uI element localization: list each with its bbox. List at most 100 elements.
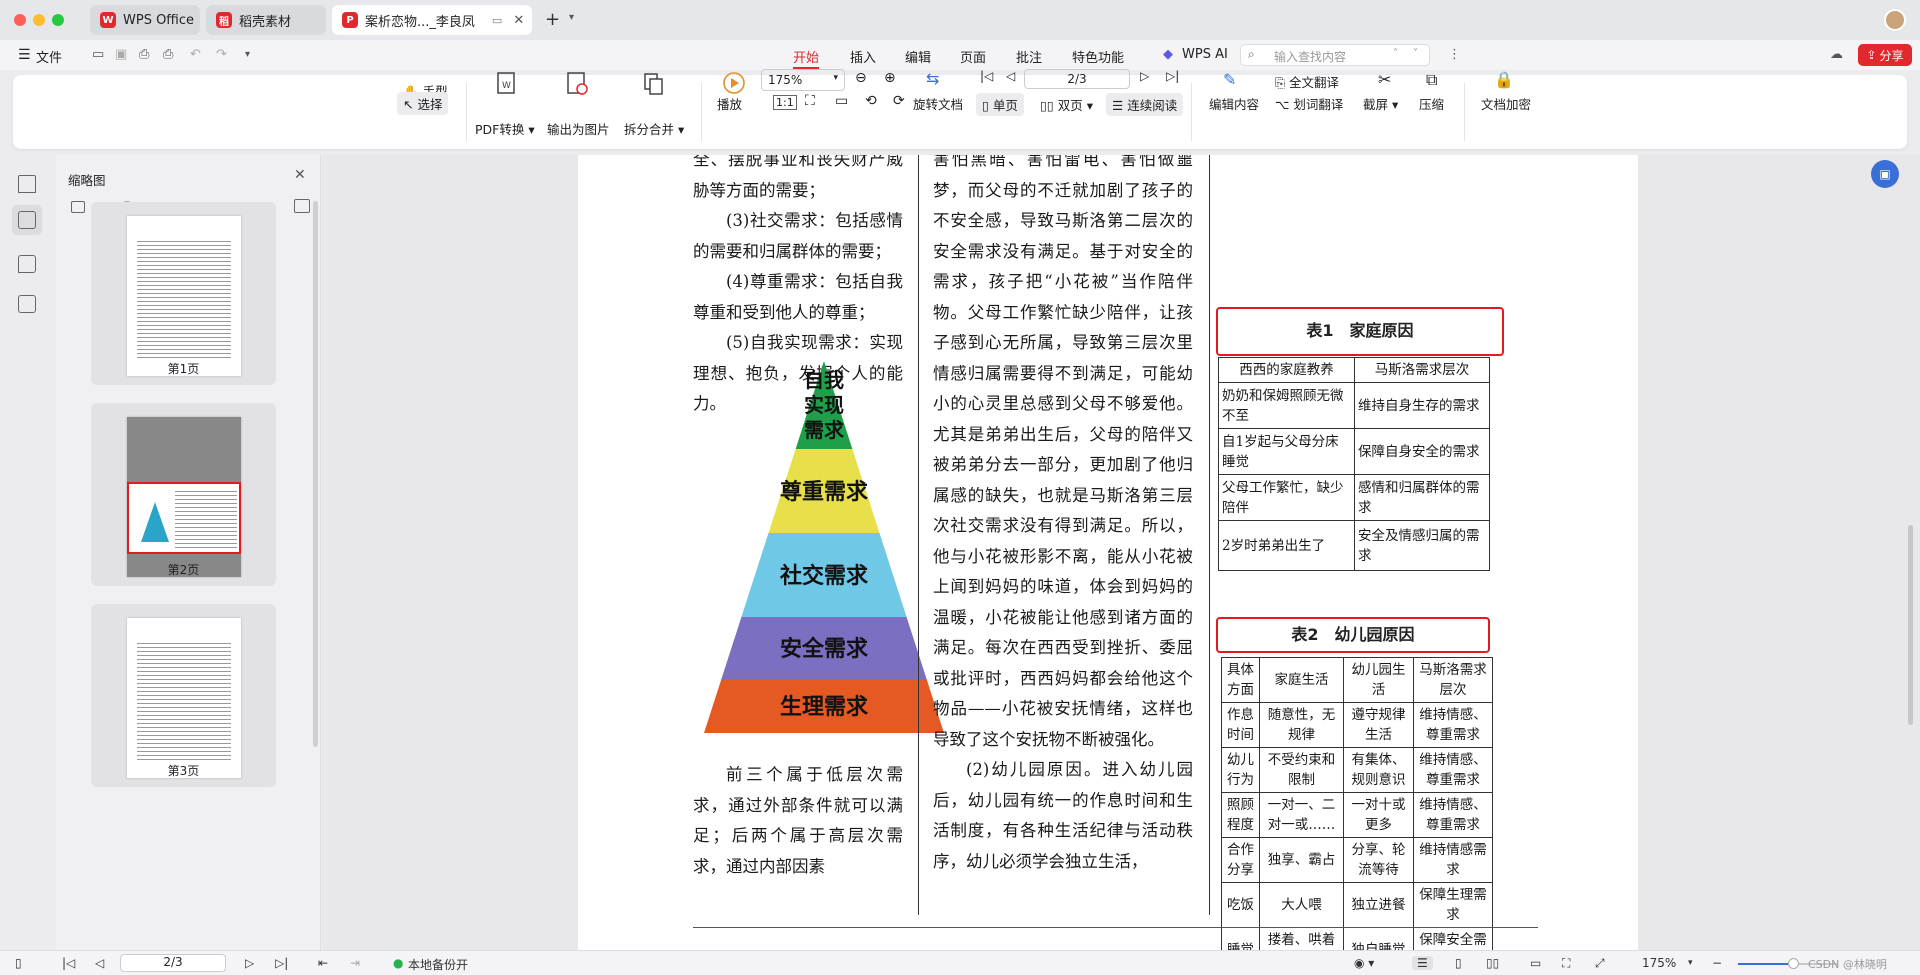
large-image-icon[interactable]: [294, 199, 310, 213]
first-page-icon[interactable]: |◁: [980, 69, 993, 83]
undo-icon[interactable]: ↶: [190, 47, 201, 62]
rotate-left-icon[interactable]: ⟲: [865, 93, 877, 109]
avatar[interactable]: [1884, 9, 1906, 31]
back-icon[interactable]: ⇤: [318, 956, 328, 970]
cloud-icon[interactable]: ☁: [1830, 47, 1843, 62]
next-page-icon[interactable]: ▷: [245, 956, 254, 970]
word-translate-button[interactable]: ⌥ 划词翻译: [1275, 94, 1343, 113]
minimize-window-button[interactable]: [33, 14, 45, 26]
open-folder-icon[interactable]: ▭: [92, 47, 104, 62]
redo-icon[interactable]: ↷: [216, 47, 227, 62]
chevron-down-icon[interactable]: ˅: [1413, 48, 1418, 59]
rotate-right-icon[interactable]: ⟳: [893, 93, 905, 109]
table-cell: 独自睡觉: [1343, 927, 1414, 950]
zoom-select[interactable]: 175% ▾: [761, 69, 845, 91]
bookmark-icon[interactable]: [18, 175, 36, 193]
more-icon[interactable]: ⋮: [1448, 47, 1461, 62]
lock-icon: 🔒: [1494, 70, 1514, 89]
small-image-icon[interactable]: [71, 201, 85, 213]
tab-edit[interactable]: 编辑: [905, 47, 931, 66]
next-page-icon[interactable]: ▷: [1140, 69, 1149, 83]
last-page-icon[interactable]: ▷|: [1166, 69, 1179, 83]
file-menu[interactable]: 文件: [36, 47, 62, 66]
chevron-down-icon[interactable]: ▾: [1688, 958, 1693, 968]
screenshot-button[interactable]: 截屏 ▾: [1363, 94, 1398, 113]
split-merge-button[interactable]: 拆分合并 ▾: [624, 119, 684, 138]
backup-status[interactable]: 本地备份开: [408, 956, 468, 973]
close-window-button[interactable]: [14, 14, 26, 26]
zoom-out-icon[interactable]: −: [1712, 956, 1722, 970]
single-page-button[interactable]: ▯ 单页: [976, 93, 1024, 116]
play-button[interactable]: 播放: [717, 94, 742, 113]
new-tab-button[interactable]: +: [545, 9, 560, 30]
tab-insert[interactable]: 插入: [850, 47, 876, 66]
floating-tool-button[interactable]: ▣: [1871, 160, 1899, 188]
zoom-slider-handle[interactable]: [1788, 958, 1799, 969]
eye-protect-icon[interactable]: ◉ ▾: [1354, 956, 1374, 970]
wps-ai-icon[interactable]: ◆: [1163, 47, 1173, 62]
chevron-up-icon[interactable]: ˄: [1393, 48, 1398, 59]
thumbnail-page-3[interactable]: 第3页: [91, 604, 276, 787]
status-page-input[interactable]: 2/3: [120, 954, 226, 972]
full-translate-button[interactable]: ⎘ 全文翻译: [1275, 72, 1339, 91]
prev-page-icon[interactable]: ◁: [1006, 69, 1015, 83]
tab-wps-office[interactable]: W WPS Office: [90, 5, 200, 35]
tab-start[interactable]: 开始: [793, 47, 819, 66]
tab-close-icon[interactable]: ✕: [513, 13, 524, 28]
export-image-button[interactable]: 输出为图片: [547, 119, 610, 138]
print-icon[interactable]: ⎙: [139, 47, 149, 62]
zoom-out-icon[interactable]: ⊖: [855, 70, 867, 86]
save-icon[interactable]: ▣: [115, 47, 127, 62]
comment-icon[interactable]: [18, 255, 36, 273]
double-view-icon[interactable]: ▯▯: [1486, 956, 1499, 970]
fit-screen-icon[interactable]: ⛶: [1562, 956, 1570, 971]
share-button[interactable]: ⇪ 分享: [1858, 44, 1912, 66]
tab-daoke[interactable]: 稻 稻壳素材: [206, 5, 326, 35]
tab-annotate[interactable]: 批注: [1016, 47, 1042, 66]
table-cell: 安全及情感归属的需求: [1354, 520, 1490, 571]
close-icon[interactable]: ✕: [294, 167, 306, 183]
chevron-down-icon[interactable]: ▾: [569, 12, 574, 23]
pages-icon[interactable]: [18, 295, 36, 313]
thumbnail-rail-button[interactable]: [12, 205, 42, 235]
window-icon[interactable]: ▭: [492, 14, 502, 27]
thumbnail-page-1[interactable]: 第1页: [91, 202, 276, 385]
maximize-window-button[interactable]: [52, 14, 64, 26]
prev-page-icon[interactable]: ◁: [95, 956, 104, 970]
menu-icon[interactable]: ☰: [18, 47, 31, 63]
pdf-convert-button[interactable]: PDF转换 ▾: [475, 119, 535, 138]
fit-page-icon[interactable]: ⛶: [805, 93, 815, 109]
wps-ai-button[interactable]: WPS AI: [1182, 47, 1228, 62]
double-page-button[interactable]: ▯▯ 双页 ▾: [1036, 93, 1097, 116]
search-box[interactable]: ⌕ 输入查找内容 ˄ ˅: [1240, 44, 1430, 66]
full-width-icon[interactable]: ⤢: [1595, 956, 1605, 971]
tab-features[interactable]: 特色功能: [1072, 47, 1124, 66]
thumbnail-page-2[interactable]: 第2页: [91, 403, 276, 586]
zoom-in-icon[interactable]: ⊕: [884, 70, 896, 86]
status-zoom[interactable]: 175%: [1642, 956, 1676, 970]
continuous-read-button[interactable]: ☰ 连续阅读: [1106, 93, 1184, 116]
tab-document[interactable]: P 案析恋物..._李良凤 ▭ ✕: [332, 5, 532, 35]
page-number-input[interactable]: 2/3: [1024, 69, 1130, 89]
document-scrollbar[interactable]: [1908, 525, 1913, 725]
fit-width-icon[interactable]: ▭: [835, 93, 848, 109]
rotate-doc-button[interactable]: 旋转文档: [913, 94, 963, 113]
first-page-icon[interactable]: |◁: [62, 956, 75, 970]
thumbnail-scrollbar[interactable]: [313, 201, 318, 747]
compress-button[interactable]: 压缩: [1419, 94, 1444, 113]
select-tool-button[interactable]: ↖ 选择: [397, 92, 449, 115]
forward-icon[interactable]: ⇥: [350, 956, 360, 970]
chevron-down-icon[interactable]: ▾: [245, 49, 250, 60]
sidebar-toggle-icon[interactable]: ▯: [15, 956, 22, 970]
single-view-icon[interactable]: ▯: [1455, 956, 1462, 970]
tab-page[interactable]: 页面: [960, 47, 986, 66]
book-view-icon[interactable]: ▭: [1530, 956, 1541, 970]
actual-size-icon[interactable]: 1:1: [773, 95, 797, 110]
print-preview-icon[interactable]: ⎙: [163, 47, 173, 62]
column-divider: [1209, 155, 1210, 915]
continuous-view-icon[interactable]: ☰: [1412, 956, 1433, 970]
search-input[interactable]: 输入查找内容: [1274, 48, 1346, 65]
encrypt-button[interactable]: 文档加密: [1481, 94, 1531, 113]
last-page-icon[interactable]: ▷|: [275, 956, 288, 970]
edit-content-button[interactable]: 编辑内容: [1209, 94, 1259, 113]
